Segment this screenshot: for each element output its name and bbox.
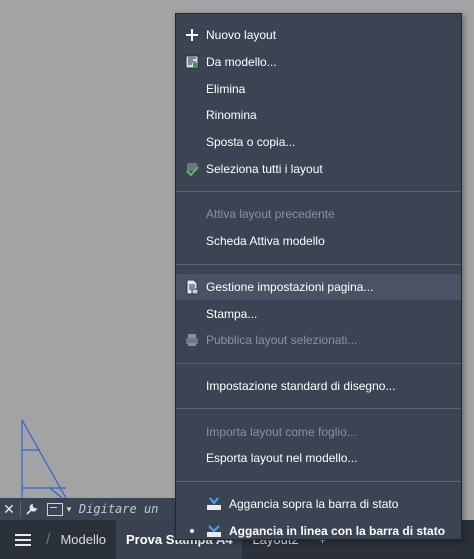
menu-item-label: Esporta layout nel modello...	[206, 451, 358, 466]
menu-item-stampa[interactable]: Stampa...	[176, 300, 461, 327]
menu-item-nuovo-layout[interactable]: Nuovo layout	[176, 22, 461, 49]
menu-item-aggancia-in-linea-barra-stato[interactable]: Aggancia in linea con la barra di stato	[176, 517, 461, 544]
menu-item-seleziona-tutti[interactable]: Seleziona tutti i layout	[176, 155, 461, 182]
command-history-icon[interactable]: ▼	[47, 501, 73, 517]
menu-item-importa-layout-come-foglio: Importa layout come foglio...	[176, 418, 461, 445]
menu-item-scheda-attiva-modello[interactable]: Scheda Attiva modello	[176, 228, 461, 255]
menu-item-label: Pubblica layout selezionati...	[206, 333, 358, 348]
menu-separator	[176, 362, 461, 364]
drawing-line	[49, 487, 63, 499]
checked-bullet-icon	[190, 528, 194, 533]
menu-item-label: Elimina	[206, 81, 246, 96]
tab-modello[interactable]: Modello	[50, 520, 116, 559]
menu-item-label: Rinomina	[206, 108, 257, 123]
command-input[interactable]: Digitare un	[79, 502, 169, 516]
layout-context-menu: Nuovo layout Da modello... Elimina Rinom…	[175, 13, 462, 540]
publish-icon	[186, 334, 198, 347]
template-icon	[185, 55, 199, 69]
menu-item-aggancia-sopra-barra-stato[interactable]: Aggancia sopra la barra di stato	[176, 491, 461, 518]
dock-above-icon	[207, 497, 221, 510]
dock-inline-icon	[207, 524, 221, 537]
menu-item-label: Importa layout come foglio...	[206, 424, 357, 439]
separator	[20, 501, 21, 517]
menu-separator	[176, 408, 461, 410]
hamburger-menu-icon[interactable]	[0, 520, 46, 559]
menu-item-sposta-o-copia[interactable]: Sposta o copia...	[176, 129, 461, 156]
menu-item-rinomina[interactable]: Rinomina	[176, 102, 461, 129]
menu-item-label: Attiva layout precedente	[206, 207, 335, 222]
menu-item-impostazione-standard-disegno[interactable]: Impostazione standard di disegno...	[176, 373, 461, 400]
menu-item-label: Nuovo layout	[206, 28, 277, 43]
menu-separator	[176, 263, 461, 265]
menu-item-label: Da modello...	[206, 55, 277, 70]
menu-separator	[176, 480, 461, 482]
menu-item-label: Aggancia in linea con la barra di stato	[229, 523, 446, 538]
menu-item-label: Impostazione standard di disegno...	[206, 378, 396, 393]
menu-separator	[176, 191, 461, 193]
menu-item-elimina[interactable]: Elimina	[176, 75, 461, 102]
drawing-line	[21, 419, 67, 499]
menu-item-label: Seleziona tutti i layout	[206, 161, 323, 176]
menu-item-label: Aggancia sopra la barra di stato	[229, 496, 399, 511]
menu-item-attiva-layout-precedente: Attiva layout precedente	[176, 201, 461, 228]
plus-icon	[186, 29, 198, 42]
page-setup-icon	[186, 279, 199, 295]
menu-item-gestione-impostazioni-pagina[interactable]: Gestione impostazioni pagina...	[176, 273, 461, 301]
menu-item-label: Gestione impostazioni pagina...	[206, 279, 374, 294]
close-icon[interactable]: ✕	[0, 498, 18, 520]
menu-item-label: Stampa...	[206, 306, 258, 321]
command-line: ✕ ▼ Digitare un	[0, 498, 175, 520]
select-all-icon	[186, 162, 199, 177]
menu-item-label: Sposta o copia...	[206, 135, 296, 150]
menu-item-label: Scheda Attiva modello	[206, 234, 325, 249]
menu-item-da-modello[interactable]: Da modello...	[176, 49, 461, 76]
wrench-icon[interactable]	[23, 498, 41, 520]
menu-item-pubblica-layout-selezionati: Pubblica layout selezionati...	[176, 327, 461, 354]
menu-item-esporta-layout-nel-modello[interactable]: Esporta layout nel modello...	[176, 445, 461, 472]
